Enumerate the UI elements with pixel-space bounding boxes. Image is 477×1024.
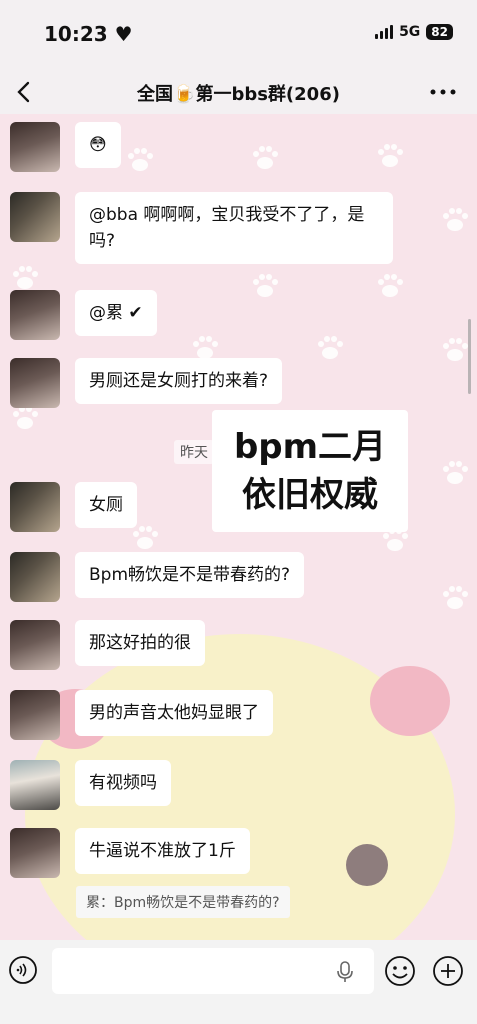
paw-icon	[13, 266, 38, 289]
paw-icon	[443, 208, 468, 231]
more-dots-icon[interactable]	[429, 82, 457, 102]
message-row: 男厕还是女厕打的来着?	[10, 358, 283, 408]
paw-icon	[378, 274, 403, 297]
avatar[interactable]	[10, 552, 60, 602]
message-row: 有视频吗	[10, 760, 171, 810]
message-bubble[interactable]: 牛逼说不准放了1斤	[75, 828, 250, 874]
avatar[interactable]	[10, 690, 60, 740]
scrollbar[interactable]	[468, 319, 471, 394]
paw-icon	[253, 146, 278, 169]
overlay-caption: bpm二月 依旧权威	[212, 410, 408, 532]
overlay-line-1: bpm二月	[233, 427, 387, 467]
message-row: 男的声音太他妈显眼了	[10, 690, 273, 740]
floating-dot[interactable]	[346, 844, 388, 886]
paw-icon	[443, 461, 468, 484]
paw-icon	[318, 336, 343, 359]
message-bubble[interactable]: 那这好拍的很	[75, 620, 205, 666]
avatar[interactable]	[10, 828, 60, 878]
battery-icon: 82	[426, 24, 453, 40]
message-bubble[interactable]: Bpm畅饮是不是带春药的?	[75, 552, 305, 598]
paw-icon	[443, 586, 468, 609]
paw-icon	[378, 144, 403, 167]
chat-area[interactable]: 😳 @bba 啊啊啊，宝贝我受不了了，是吗? @累 ✔ 男厕还是女厕打的来着? …	[0, 114, 477, 940]
avatar[interactable]	[10, 482, 60, 532]
status-time: 10:23 ♥	[44, 22, 133, 46]
paw-icon	[13, 406, 38, 429]
message-input[interactable]	[52, 948, 374, 994]
message-bubble[interactable]: 有视频吗	[75, 760, 171, 806]
message-bubble[interactable]: @累 ✔	[75, 290, 157, 336]
message-bubble[interactable]: 男的声音太他妈显眼了	[75, 690, 273, 736]
signal-icon	[375, 25, 394, 39]
mic-icon[interactable]	[336, 960, 354, 984]
message-row: Bpm畅饮是不是带春药的?	[10, 552, 305, 602]
paw-icon	[253, 274, 278, 297]
heart-icon: ♥	[114, 22, 133, 46]
message-bubble[interactable]: @bba 啊啊啊，宝贝我受不了了，是吗?	[75, 192, 393, 264]
avatar[interactable]	[10, 358, 60, 408]
avatar[interactable]	[10, 290, 60, 340]
quoted-message[interactable]: 累：Bpm畅饮是不是带春药的?	[76, 886, 290, 918]
network-label: 5G	[399, 24, 421, 40]
overlay-line-2: 依旧权威	[242, 475, 378, 515]
status-bar: 10:23 ♥ 5G 82	[0, 0, 477, 70]
message-row: @累 ✔	[10, 290, 157, 340]
message-row: 女厕	[10, 482, 137, 532]
message-row: 那这好拍的很	[10, 620, 205, 670]
paw-icon	[128, 148, 153, 171]
emoji-icon[interactable]	[384, 955, 416, 987]
avatar[interactable]	[10, 620, 60, 670]
message-row: 😳	[10, 122, 121, 172]
status-indicators: 5G 82	[375, 24, 453, 40]
message-bubble[interactable]: 女厕	[75, 482, 137, 528]
background-blob	[370, 666, 450, 736]
voice-icon[interactable]	[8, 955, 38, 985]
chat-title: 全国🍺第一bbs群(206)	[137, 84, 340, 105]
message-bubble[interactable]: 男厕还是女厕打的来着?	[75, 358, 283, 404]
message-bubble[interactable]: 😳	[75, 122, 121, 168]
message-row: @bba 啊啊啊，宝贝我受不了了，是吗?	[10, 192, 393, 264]
avatar[interactable]	[10, 192, 60, 242]
message-row: 牛逼说不准放了1斤	[10, 828, 250, 878]
paw-icon	[443, 338, 468, 361]
input-bar	[0, 940, 477, 1024]
avatar[interactable]	[10, 122, 60, 172]
nav-bar: 全国🍺第一bbs群(206)	[0, 70, 477, 114]
plus-icon[interactable]	[432, 955, 464, 987]
status-time-text: 10:23	[44, 22, 108, 46]
avatar[interactable]	[10, 760, 60, 810]
message-timestamp: 昨天	[174, 440, 214, 464]
